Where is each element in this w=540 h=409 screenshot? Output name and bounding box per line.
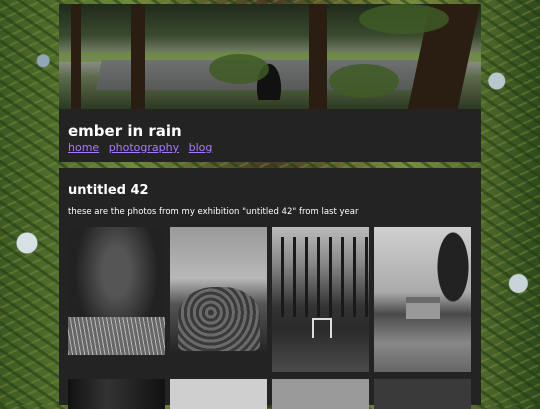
banner-image: [59, 4, 481, 109]
page-column: ember in rain home photography blog unti…: [59, 4, 481, 409]
main-content: untitled 42 these are the photos from my…: [59, 168, 481, 409]
gallery-photo[interactable]: [272, 227, 369, 372]
nav-link-photography[interactable]: photography: [109, 141, 179, 154]
gallery-photo[interactable]: [170, 227, 267, 355]
gallery-photo[interactable]: [374, 227, 471, 372]
page-title: untitled 42: [68, 183, 149, 198]
site-header: ember in rain home photography blog: [59, 4, 481, 162]
site-title[interactable]: ember in rain: [68, 122, 182, 140]
page-description: these are the photos from my exhibition …: [68, 207, 359, 217]
main-nav: home photography blog: [68, 141, 218, 154]
gallery-photo[interactable]: [68, 227, 165, 355]
nav-link-blog[interactable]: blog: [189, 141, 213, 154]
nav-link-home[interactable]: home: [68, 141, 99, 154]
